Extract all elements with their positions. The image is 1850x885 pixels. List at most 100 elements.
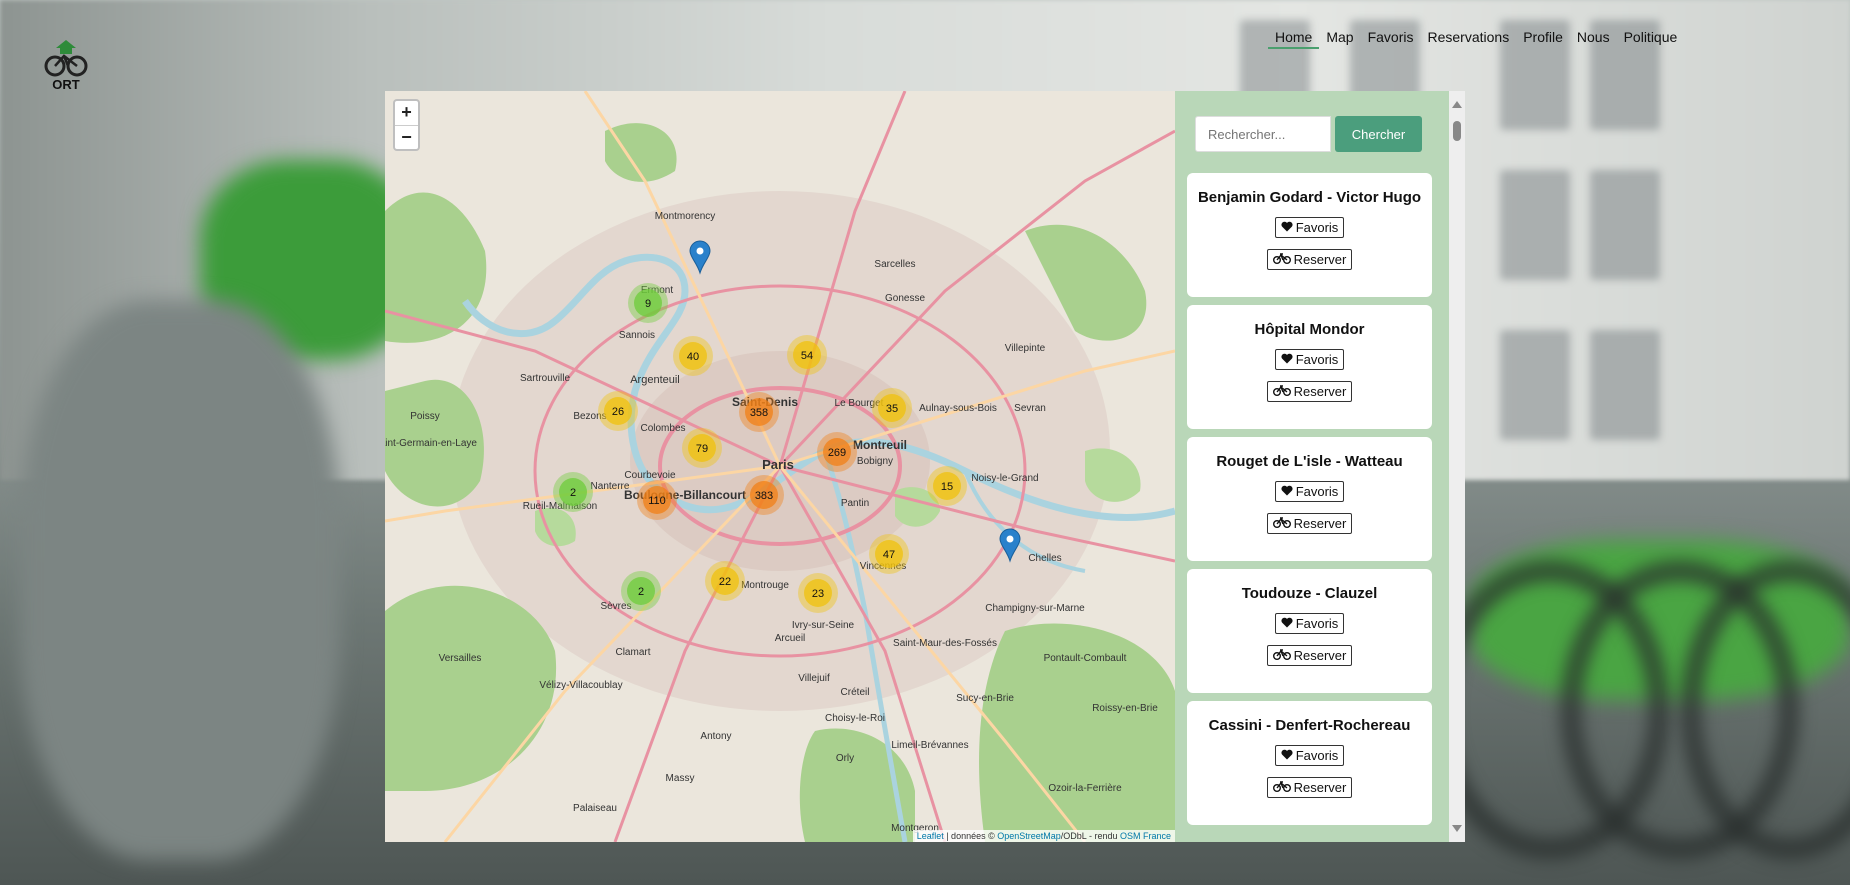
nav-favoris[interactable]: Favoris [1361, 27, 1421, 49]
map-place-label: Villejuif [798, 673, 830, 684]
station-cluster[interactable]: 269 [817, 432, 857, 472]
map-place-label: Nanterre [591, 481, 630, 492]
heart-icon [1281, 748, 1293, 763]
nav-map[interactable]: Map [1319, 27, 1360, 49]
reserver-button[interactable]: Reserver [1266, 513, 1353, 534]
scroll-up-arrow[interactable] [1452, 101, 1462, 108]
zoom-control: + − [393, 99, 420, 151]
station-cluster[interactable]: 2 [553, 472, 593, 512]
bike-icon [1272, 252, 1291, 267]
cluster-count: 2 [638, 586, 644, 598]
station-cluster[interactable]: 15 [927, 466, 967, 506]
nav-reservations[interactable]: Reservations [1421, 27, 1517, 49]
search-input[interactable] [1195, 116, 1331, 152]
attribution-license: /ODbL - rendu [1060, 831, 1120, 841]
favoris-button[interactable]: Favoris [1274, 745, 1345, 766]
station-map[interactable]: ParisSaint-DenisMontreuilBoulogne-Billan… [385, 91, 1175, 842]
map-place-label: Ozoir-la-Ferrière [1048, 783, 1122, 794]
station-cluster[interactable]: 22 [705, 561, 745, 601]
cluster-count: 2 [570, 487, 576, 499]
osmfr-link[interactable]: OSM France [1120, 831, 1171, 841]
map-place-label: Ivry-sur-Seine [792, 620, 855, 631]
station-cluster[interactable]: 2 [621, 571, 661, 611]
reserver-button[interactable]: Reserver [1266, 645, 1353, 666]
map-place-label: Sannois [619, 330, 655, 341]
nav-home[interactable]: Home [1268, 27, 1320, 49]
map-place-label: Courbevoie [624, 470, 676, 481]
map-tiles[interactable]: ParisSaint-DenisMontreuilBoulogne-Billan… [385, 91, 1175, 842]
map-place-label: Choisy-le-Roi [825, 713, 885, 724]
scroll-thumb[interactable] [1453, 121, 1461, 141]
heart-icon [1281, 484, 1293, 499]
map-place-label: Roissy-en-Brie [1092, 703, 1158, 714]
station-cluster[interactable]: 54 [787, 335, 827, 375]
station-name: Rouget de L'isle - Watteau [1216, 453, 1403, 470]
station-cluster[interactable]: 383 [744, 475, 784, 515]
ort-logo[interactable]: ORT [42, 36, 90, 92]
scroll-down-arrow[interactable] [1452, 825, 1462, 832]
favoris-button[interactable]: Favoris [1274, 217, 1345, 238]
reserver-label: Reserver [1293, 384, 1347, 399]
reserver-label: Reserver [1293, 780, 1347, 795]
station-cluster[interactable]: 47 [869, 534, 909, 574]
reserver-button[interactable]: Reserver [1266, 777, 1353, 798]
map-place-label: Versailles [439, 653, 482, 664]
cluster-count: 54 [801, 350, 813, 362]
cluster-count: 79 [696, 443, 708, 455]
cluster-count: 269 [828, 447, 846, 459]
map-place-label: Argenteuil [630, 374, 680, 386]
map-place-label: Villepinte [1005, 343, 1046, 354]
osm-link[interactable]: OpenStreetMap [997, 831, 1061, 841]
heart-icon [1281, 220, 1293, 235]
nav-nous[interactable]: Nous [1570, 27, 1617, 49]
favoris-label: Favoris [1295, 484, 1339, 499]
station-cluster[interactable]: 35 [872, 388, 912, 428]
favoris-label: Favoris [1295, 616, 1339, 631]
map-place-label: Colombes [640, 423, 685, 434]
map-place-label: Antony [700, 731, 731, 742]
nav-profile[interactable]: Profile [1516, 27, 1570, 49]
zoom-in-button[interactable]: + [395, 101, 418, 125]
cluster-count: 110 [648, 495, 666, 507]
favoris-button[interactable]: Favoris [1274, 481, 1345, 502]
bike-icon [1272, 648, 1291, 663]
station-card: Cassini - Denfert-Rochereau Favoris Rese… [1187, 701, 1432, 825]
map-place-label: Noisy-le-Grand [971, 473, 1038, 484]
station-cluster[interactable]: 358 [739, 392, 779, 432]
attribution-text: | données © [943, 831, 998, 841]
station-cluster[interactable]: 79 [682, 428, 722, 468]
map-place-label: Aulnay-sous-Bois [919, 403, 997, 414]
station-name: Toudouze - Clauzel [1241, 585, 1378, 602]
station-cluster[interactable]: 23 [798, 573, 838, 613]
station-cluster[interactable]: 26 [598, 391, 638, 431]
cluster-count: 26 [612, 406, 624, 418]
map-place-label: Pantin [841, 498, 869, 509]
bike-icon [1272, 384, 1291, 399]
station-cluster[interactable]: 40 [673, 336, 713, 376]
cluster-count: 15 [941, 481, 953, 493]
map-place-label: Arcueil [775, 633, 806, 644]
zoom-out-button[interactable]: − [395, 125, 418, 149]
station-list: Benjamin Godard - Victor Hugo Favoris Re… [1187, 173, 1432, 833]
reserver-button[interactable]: Reserver [1266, 381, 1353, 402]
search-button[interactable]: Chercher [1335, 116, 1422, 152]
main-panel: ParisSaint-DenisMontreuilBoulogne-Billan… [385, 91, 1465, 842]
reserver-button[interactable]: Reserver [1266, 249, 1353, 270]
cluster-count: 383 [755, 490, 773, 502]
station-cluster[interactable]: 110 [637, 480, 677, 520]
search-bar: Chercher [1195, 116, 1422, 152]
map-place-label: Montrouge [741, 580, 789, 591]
reserver-label: Reserver [1293, 252, 1347, 267]
nav-politique[interactable]: Politique [1617, 27, 1685, 49]
map-place-label: Pontault-Combault [1044, 653, 1127, 664]
station-cluster[interactable]: 9 [628, 283, 668, 323]
map-place-label: Chelles [1028, 553, 1061, 564]
reserver-label: Reserver [1293, 516, 1347, 531]
sidebar-scrollbar[interactable] [1449, 91, 1465, 842]
favoris-button[interactable]: Favoris [1274, 613, 1345, 634]
leaflet-link[interactable]: Leaflet [917, 831, 944, 841]
main-nav: Home Map Favoris Reservations Profile No… [1268, 27, 1684, 49]
map-place-label: Montreuil [853, 438, 907, 452]
reserver-label: Reserver [1293, 648, 1347, 663]
favoris-button[interactable]: Favoris [1274, 349, 1345, 370]
